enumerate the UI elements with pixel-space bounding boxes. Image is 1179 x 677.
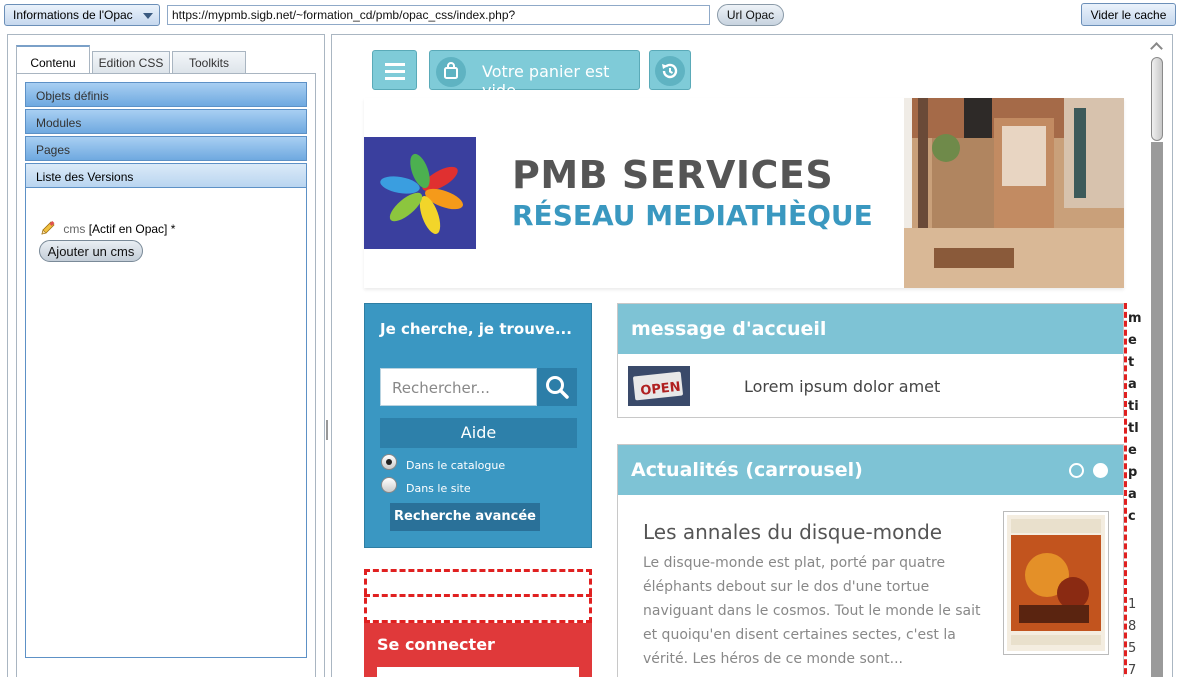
clear-cache-button[interactable]: Vider le cache — [1081, 3, 1176, 26]
url-opac-button[interactable]: Url Opac — [717, 4, 784, 26]
news-title: Actualités (carrousel) — [631, 459, 863, 481]
brand-subtitle: RÉSEAU MEDIATHÈQUES — [512, 199, 893, 232]
search-widget: Je cherche, je trouve... Rechercher... A… — [364, 303, 592, 548]
opac-info-dropdown[interactable]: Informations de l'Opac — [4, 4, 160, 26]
tab-content: Objets définis Modules Pages Liste des V… — [16, 73, 316, 677]
welcome-title: message d'accueil — [631, 318, 827, 340]
welcome-text: Lorem ipsum dolor amet — [744, 377, 941, 396]
menu-button[interactable] — [372, 50, 417, 90]
left-panel: Contenu Edition CSS Toolkits Objets défi… — [7, 34, 325, 677]
debug-outline — [1124, 303, 1127, 677]
radio-site-label: Dans le site — [406, 482, 471, 495]
cart-button[interactable]: Votre panier est vide. — [429, 50, 640, 100]
advanced-search-button[interactable]: Recherche avancée — [390, 503, 540, 531]
scroll-track[interactable] — [1151, 142, 1163, 677]
brand-title: PMB SERVICES — [512, 153, 834, 197]
top-toolbar: Informations de l'Opac Url Opac Vider le… — [0, 0, 1179, 30]
news-header: Actualités (carrousel) — [618, 445, 1123, 495]
tab-edition-css[interactable]: Edition CSS — [92, 51, 170, 73]
welcome-header: message d'accueil — [618, 304, 1123, 354]
section-liste-versions[interactable]: Liste des Versions — [25, 163, 307, 188]
library-image — [874, 98, 1124, 288]
login-title: Se connecter — [377, 635, 495, 654]
tab-toolkits[interactable]: Toolkits — [172, 51, 246, 73]
vertical-label-2: 1857 — [1128, 597, 1137, 677]
version-name: cms — [63, 222, 86, 236]
history-icon — [662, 63, 678, 79]
section-objets-definis[interactable]: Objets définis — [25, 82, 307, 107]
radio-site[interactable] — [381, 477, 397, 493]
login-input[interactable] — [377, 667, 579, 677]
welcome-panel: message d'accueil OPEN Lorem ipsum dolor… — [617, 303, 1124, 418]
frame-scrollbar[interactable] — [1148, 40, 1165, 677]
news-carousel: Actualités (carrousel) Les annales du di… — [617, 444, 1124, 677]
section-pages[interactable]: Pages — [25, 136, 307, 161]
book-cover-image[interactable] — [1003, 511, 1109, 655]
pencil-icon — [41, 221, 55, 235]
section-modules[interactable]: Modules — [25, 109, 307, 134]
scroll-up-icon[interactable] — [1150, 42, 1163, 55]
article-text: Le disque-monde est plat, porté par quat… — [643, 555, 981, 667]
carousel-dot-2[interactable] — [1093, 463, 1108, 478]
search-title: Je cherche, je trouve... — [380, 320, 572, 338]
cart-status: Votre panier est vide. — [482, 62, 610, 100]
add-cms-button[interactable]: Ajouter un cms — [39, 240, 143, 262]
login-widget: Se connecter — [364, 623, 592, 677]
radio-catalogue[interactable] — [381, 454, 397, 470]
open-sign-image: OPEN — [628, 366, 690, 406]
chevron-down-icon — [143, 13, 153, 19]
library-photo — [874, 98, 1124, 288]
panel-splitter[interactable] — [326, 420, 328, 440]
help-button[interactable]: Aide — [380, 418, 577, 448]
opac-url-input[interactable] — [167, 5, 710, 25]
opac-page: Votre panier est vide. PMB SERVICES RÉSE… — [364, 40, 1124, 677]
vertical-label: metatitlepac — [1128, 311, 1142, 524]
tab-contenu[interactable]: Contenu — [16, 45, 90, 74]
versions-list: cms [Actif en Opac] * Ajouter un cms — [25, 188, 307, 658]
carousel-dot-1[interactable] — [1069, 463, 1084, 478]
shopping-bag-icon — [444, 62, 458, 79]
search-button[interactable] — [537, 368, 577, 406]
version-status: [Actif en Opac] * — [88, 222, 176, 236]
tab-bar: Contenu Edition CSS Toolkits — [16, 45, 316, 74]
search-icon — [546, 376, 569, 399]
scroll-thumb[interactable] — [1151, 57, 1163, 141]
article-title[interactable]: Les annales du disque-monde — [643, 520, 942, 544]
site-banner: PMB SERVICES RÉSEAU MEDIATHÈQUES — [364, 98, 1124, 288]
site-logo[interactable] — [364, 137, 476, 249]
flower-logo-icon — [380, 153, 463, 234]
history-button[interactable] — [649, 50, 691, 90]
version-item[interactable]: cms [Actif en Opac] * — [40, 220, 175, 236]
radio-catalogue-label: Dans le catalogue — [406, 459, 506, 472]
search-input[interactable]: Rechercher... — [380, 368, 537, 406]
opac-info-label: Informations de l'Opac — [13, 8, 133, 22]
hamburger-icon — [385, 63, 405, 66]
empty-zone-outline — [364, 569, 592, 623]
